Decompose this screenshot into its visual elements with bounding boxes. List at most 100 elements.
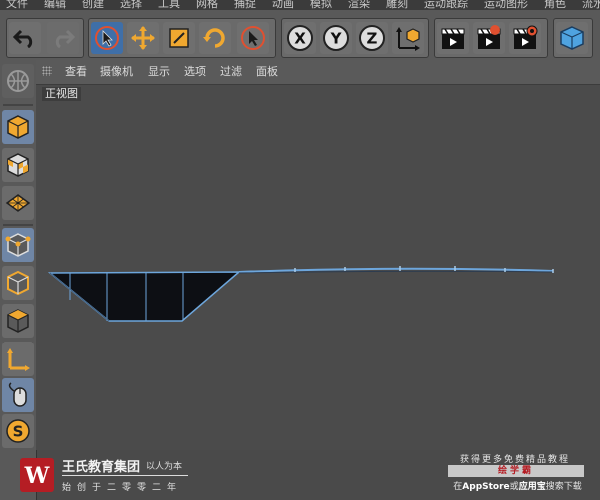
edges-cube-icon (7, 270, 29, 296)
cube-primitive-button[interactable] (556, 22, 588, 54)
coordinate-system-button[interactable] (392, 22, 424, 54)
menu-animate[interactable]: 动画 (272, 0, 294, 9)
edges-mode-button[interactable] (2, 266, 34, 300)
render-group (434, 18, 548, 58)
viewport-menu-display[interactable]: 显示 (148, 60, 170, 84)
menu-sculpt[interactable]: 雕刻 (386, 0, 408, 9)
live-select-button[interactable] (91, 22, 123, 54)
menu-snap[interactable]: 捕捉 (234, 0, 256, 9)
object-group (553, 18, 593, 58)
brand-title: 王氏教育集团 (62, 460, 141, 475)
transform-tools-group (88, 18, 276, 58)
viewport-menu-options[interactable]: 选项 (184, 60, 206, 84)
promo-watermark: 获得更多免费精品教程 绘学霸 在AppStore或应用宝搜索下载 (445, 452, 595, 496)
rotate-tool-button[interactable] (199, 22, 231, 54)
undo-redo-group (6, 18, 84, 58)
points-mode-button[interactable] (2, 228, 34, 262)
move-tool-button[interactable] (127, 22, 159, 54)
axis-corner-icon (7, 348, 30, 371)
clapperboard-icon (441, 28, 465, 49)
mode-palette: S (0, 60, 37, 500)
checker-cube-icon (7, 153, 29, 177)
redo-icon (55, 29, 75, 48)
viewport-label: 正视图 (42, 87, 81, 101)
live-select-icon (95, 26, 119, 50)
lock-y-axis-button[interactable]: Y (320, 22, 352, 54)
axis-y-label: Y (330, 30, 343, 48)
palette-separator (3, 224, 33, 226)
scale-tool-button[interactable] (163, 22, 195, 54)
menu-select[interactable]: 选择 (120, 0, 142, 9)
brand-watermark: W 王氏教育集团 以人为本 始创于二零零二年 (14, 452, 189, 498)
z-axis-icon: Z (359, 25, 385, 51)
workplane-grid-icon (5, 194, 31, 212)
svg-text:S: S (13, 423, 24, 441)
render-settings-button[interactable] (509, 22, 541, 54)
render-view-button[interactable] (437, 22, 469, 54)
menu-tools[interactable]: 工具 (158, 0, 180, 9)
svg-text:W: W (24, 463, 50, 488)
y-axis-icon: Y (323, 25, 349, 51)
front-viewport[interactable] (36, 85, 600, 450)
menu-bar: 文件 编辑 创建 选择 工具 网格 捕捉 动画 模拟 渲染 雕刻 运动跟踪 运动图形 角色 流水线 (0, 0, 600, 10)
menu-create[interactable]: 创建 (82, 0, 104, 9)
wang-logo-icon: W (20, 458, 54, 492)
x-axis-icon: X (287, 25, 313, 51)
brand-slogan: 以人为本 (146, 462, 183, 472)
promo-app-name: 绘学霸 (448, 465, 584, 477)
snapping-button[interactable]: S (2, 414, 34, 448)
viewport-menu-bar: 查看 摄像机 显示 选项 过滤 面板 (36, 60, 600, 85)
clapperboard-gear-icon (513, 25, 538, 49)
polygons-cube-icon (7, 309, 29, 333)
axis-lock-group: X Y Z (281, 18, 429, 58)
menu-motion-tracking[interactable]: 运动跟踪 (424, 0, 468, 9)
rotate-icon (203, 28, 225, 48)
viewport-menu-filter[interactable]: 过滤 (220, 60, 242, 84)
undo-icon (13, 29, 33, 48)
menu-pipeline[interactable]: 流水线 (582, 0, 600, 9)
palette-separator (3, 104, 33, 106)
scale-icon (169, 28, 189, 48)
move-arrows-icon (131, 26, 155, 50)
viewport-menu-panel[interactable]: 面板 (256, 60, 278, 84)
last-tool-button[interactable] (237, 22, 269, 54)
promo-line3: 在AppStore或应用宝搜索下载 (453, 482, 582, 492)
blue-cube-icon (560, 26, 584, 50)
logo-w-mark: W (24, 463, 50, 488)
polygons-mode-button[interactable] (2, 304, 34, 338)
axis-mode-button[interactable] (2, 342, 34, 376)
lock-z-axis-button[interactable]: Z (356, 22, 388, 54)
lock-x-axis-button[interactable]: X (284, 22, 316, 54)
model-mode-button[interactable] (2, 110, 34, 144)
tweak-mode-button[interactable] (2, 378, 34, 412)
axis-x-label: X (294, 30, 306, 48)
pointer-icon (241, 26, 265, 50)
workplane-mode-button[interactable] (2, 186, 34, 220)
menu-render[interactable]: 渲染 (348, 0, 370, 9)
promo-line1: 获得更多免费精品教程 (459, 455, 570, 465)
menu-simulate[interactable]: 模拟 (310, 0, 332, 9)
menu-character[interactable]: 角色 (544, 0, 566, 9)
model-cube-icon (7, 115, 29, 139)
main-toolbar: X Y Z (0, 10, 600, 61)
viewport-menu-view[interactable]: 查看 (65, 60, 87, 84)
make-editable-button[interactable] (2, 64, 34, 98)
spline-mesh-model[interactable] (36, 85, 600, 450)
brand-founded: 始创于二零零二年 (62, 483, 183, 493)
menu-edit[interactable]: 编辑 (44, 0, 66, 9)
menu-mesh[interactable]: 网格 (196, 0, 218, 9)
menu-file[interactable]: 文件 (6, 0, 28, 9)
snap-s-icon: S (6, 419, 30, 443)
menu-mograph[interactable]: 运动图形 (484, 0, 528, 9)
undo-button[interactable] (9, 22, 41, 54)
texture-mode-button[interactable] (2, 148, 34, 182)
render-to-picture-viewer-button[interactable] (473, 22, 505, 54)
brand-divider (62, 475, 188, 476)
clapperboard-play-icon (477, 25, 501, 49)
mouse-icon (8, 382, 27, 407)
grip-handle-icon[interactable] (42, 66, 52, 76)
axis-z-label: Z (367, 30, 378, 48)
viewport-menu-cameras[interactable]: 摄像机 (100, 60, 133, 84)
redo-button[interactable] (47, 22, 79, 54)
coordinate-system-icon (396, 27, 420, 51)
